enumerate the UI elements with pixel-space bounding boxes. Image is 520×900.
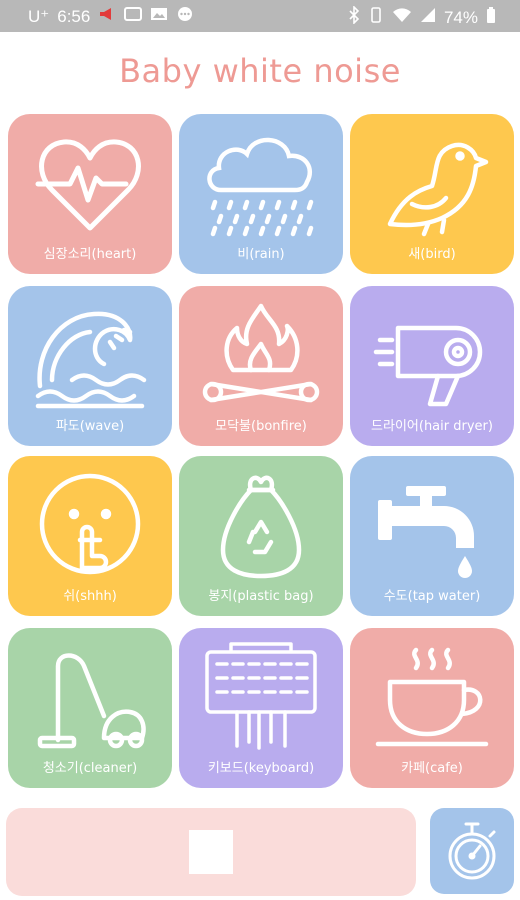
plastic-bag-icon [220, 475, 302, 579]
bluetooth-icon [348, 5, 360, 29]
sound-tile-hair-dryer[interactable]: 드라이어(hair dryer) [350, 286, 514, 446]
sound-label: 카페(cafe) [401, 761, 463, 776]
status-bar: U⁺ 6:56 74% [0, 0, 520, 32]
bonfire-icon [202, 303, 320, 403]
coffee-cup-icon [375, 647, 489, 747]
shush-face-icon [39, 473, 141, 575]
sound-label: 수도(tap water) [383, 589, 481, 604]
sound-label: 봉지(plastic bag) [208, 589, 314, 604]
sound-tile-cleaner[interactable]: 청소기(cleaner) [8, 628, 172, 788]
sound-label: 심장소리(heart) [43, 247, 137, 262]
player-bar [6, 808, 416, 896]
sound-grid: 심장소리(heart) 비(rain) 새(bird) 파도(wave) 모닥불… [8, 114, 514, 790]
megaphone-icon [98, 6, 116, 27]
sound-tile-keyboard[interactable]: 키보드(keyboard) [179, 628, 343, 788]
stop-button[interactable] [189, 830, 233, 874]
heart-rate-icon [35, 139, 141, 231]
sound-tile-tap-water[interactable]: 수도(tap water) [350, 456, 514, 616]
bird-icon [387, 142, 489, 237]
stopwatch-icon [448, 822, 496, 880]
carrier-label: U⁺ [28, 6, 50, 26]
sound-tile-bird[interactable]: 새(bird) [350, 114, 514, 274]
sound-label: 모닥불(bonfire) [215, 419, 307, 434]
keyboard-icon [205, 642, 317, 750]
image-icon [150, 6, 168, 27]
sound-tile-heart[interactable]: 심장소리(heart) [8, 114, 172, 274]
sound-label: 청소기(cleaner) [42, 761, 138, 776]
timer-button[interactable] [430, 808, 514, 894]
sound-tile-shhh[interactable]: 쉬(shhh) [8, 456, 172, 616]
sound-tile-wave[interactable]: 파도(wave) [8, 286, 172, 446]
message-icon [176, 6, 194, 27]
sound-label: 파도(wave) [55, 419, 125, 434]
sound-label: 드라이어(hair dryer) [371, 419, 493, 434]
sound-tile-cafe[interactable]: 카페(cafe) [350, 628, 514, 788]
sound-label: 새(bird) [408, 247, 456, 262]
battery-icon [486, 6, 496, 29]
wave-icon [35, 311, 147, 409]
battery-level: 74% [443, 7, 478, 27]
vibrate-icon [368, 6, 384, 29]
wifi-icon [392, 7, 412, 28]
signal-icon [420, 7, 436, 28]
card-icon [124, 6, 143, 27]
sound-label: 키보드(keyboard) [207, 761, 315, 776]
vacuum-cleaner-icon [37, 653, 146, 749]
rain-cloud-icon [207, 137, 314, 237]
sound-tile-bonfire[interactable]: 모닥불(bonfire) [179, 286, 343, 446]
clock: 6:56 [57, 6, 91, 26]
sound-label: 쉬(shhh) [63, 589, 117, 604]
sound-tile-plastic-bag[interactable]: 봉지(plastic bag) [179, 456, 343, 616]
hair-dryer-icon [373, 325, 483, 407]
faucet-icon [378, 486, 474, 578]
sound-tile-rain[interactable]: 비(rain) [179, 114, 343, 274]
sound-label: 비(rain) [237, 247, 285, 262]
app-title: Baby white noise [119, 52, 401, 90]
